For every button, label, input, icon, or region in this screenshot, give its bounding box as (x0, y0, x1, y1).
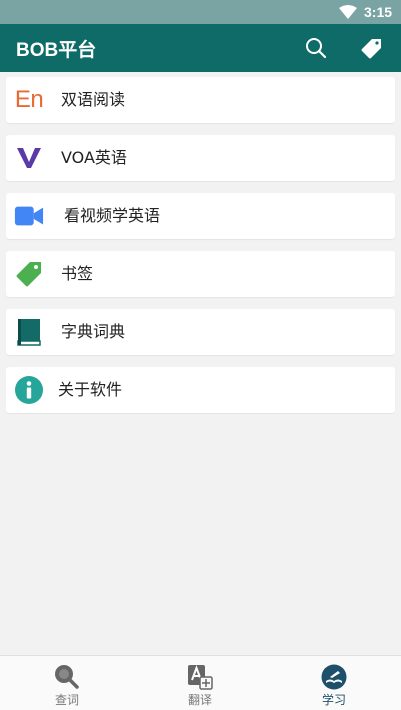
video-camera-icon (14, 201, 44, 231)
magnifier-icon (55, 665, 79, 689)
learn-icon (321, 664, 347, 690)
search-icon[interactable] (305, 37, 327, 59)
app-title: BOB平台 (16, 40, 97, 61)
menu-item-dictionary[interactable]: 字典词典 (6, 309, 395, 355)
bottom-navigation: 查词 翻译 学习 (0, 655, 401, 710)
nav-tab-translate[interactable]: 翻译 (133, 656, 267, 710)
tag-icon[interactable] (360, 38, 382, 60)
menu-item-label: 书签 (61, 264, 94, 283)
nav-tab-label: 查词 (54, 693, 79, 707)
en-icon: En (14, 86, 44, 113)
voa-v-icon (14, 143, 44, 173)
status-time: 3:15 (364, 4, 393, 20)
book-icon (14, 317, 44, 347)
menu-item-bilingual-reading[interactable]: En 双语阅读 (6, 77, 395, 123)
menu-item-label: VOA英语 (61, 148, 127, 167)
menu-item-video-learning[interactable]: 看视频学英语 (6, 193, 395, 239)
nav-tab-label: 学习 (321, 693, 346, 707)
app-bar: BOB平台 (0, 24, 401, 72)
info-icon (14, 375, 44, 405)
nav-tab-lookup[interactable]: 查词 (0, 656, 134, 710)
status-bar: 3:15 (0, 0, 401, 24)
tag-icon (14, 259, 44, 289)
menu-item-label: 双语阅读 (61, 90, 126, 109)
menu-item-bookmarks[interactable]: 书签 (6, 251, 395, 297)
menu-item-voa-english[interactable]: VOA英语 (6, 135, 395, 181)
translate-icon (188, 665, 213, 690)
menu-item-label: 字典词典 (61, 322, 126, 341)
learning-menu: En 双语阅读 VOA英语 看视频学英语 书签 字典词典 关于软件 (6, 77, 395, 425)
menu-item-label: 关于软件 (58, 380, 123, 399)
wifi-icon (339, 5, 357, 19)
menu-item-label: 看视频学英语 (64, 206, 161, 225)
menu-item-about[interactable]: 关于软件 (6, 367, 395, 413)
nav-tab-learn[interactable]: 学习 (267, 656, 401, 710)
nav-tab-label: 翻译 (187, 693, 212, 707)
